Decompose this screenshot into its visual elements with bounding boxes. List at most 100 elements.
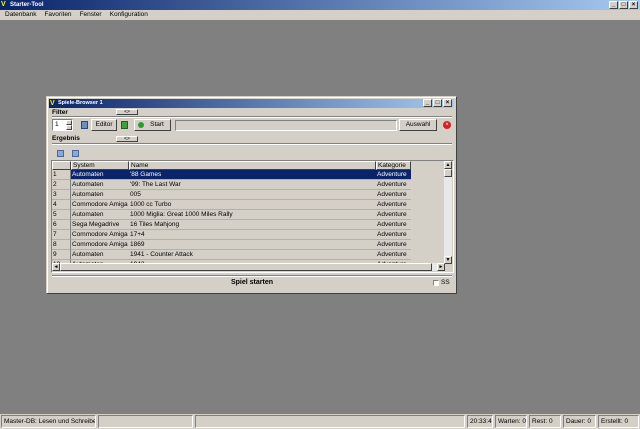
column-header-system[interactable]: System bbox=[71, 161, 129, 170]
menu-konfiguration[interactable]: Konfiguration bbox=[110, 10, 148, 20]
start-icon bbox=[138, 122, 144, 128]
row-number: 7 bbox=[52, 230, 71, 240]
auswahl-button[interactable]: Auswahl bbox=[399, 119, 437, 131]
bottom-divider bbox=[52, 275, 452, 277]
window-titlebar[interactable]: V Spiele-Browser 1 _ □ × bbox=[49, 99, 454, 108]
cell-kategorie: Adventure bbox=[376, 180, 411, 190]
filter-divider bbox=[52, 116, 452, 118]
table-row[interactable]: 3 Automaten 005 Adventure bbox=[52, 190, 411, 200]
status-panel-2 bbox=[98, 415, 193, 428]
cell-kategorie: Adventure bbox=[376, 190, 411, 200]
export-icon[interactable] bbox=[57, 150, 64, 157]
status-time: 20:33:46 bbox=[467, 415, 493, 428]
ss-label: SS bbox=[441, 279, 450, 286]
spinner-value: 1 bbox=[55, 121, 59, 128]
scroll-down-icon[interactable]: ▼ bbox=[444, 256, 452, 264]
cell-kategorie: Adventure bbox=[376, 240, 411, 250]
menu-datenbank[interactable]: Datenbank bbox=[5, 10, 36, 20]
cell-system: Automaten bbox=[71, 210, 129, 220]
app-close-button[interactable]: × bbox=[629, 1, 638, 9]
scroll-right-icon[interactable]: ► bbox=[437, 263, 445, 271]
ergebnis-divider bbox=[52, 143, 452, 145]
status-warten: Warten: 0 bbox=[495, 415, 527, 428]
ss-checkbox[interactable] bbox=[433, 280, 439, 286]
cell-system: Automaten bbox=[71, 170, 129, 180]
cell-kategorie: Adventure bbox=[376, 250, 411, 260]
cell-name: 17+4 bbox=[129, 230, 376, 240]
results-grid[interactable]: System Name Kategorie 1 Automaten '88 Game… bbox=[51, 160, 454, 273]
app-titlebar: V Starter-Tool _ □ × bbox=[0, 0, 640, 10]
status-panel-3 bbox=[195, 415, 465, 428]
start-button[interactable]: Start bbox=[134, 119, 171, 131]
column-header-kategorie[interactable]: Kategorie bbox=[376, 161, 411, 170]
window-minimize-button[interactable]: _ bbox=[423, 99, 432, 107]
cell-system: Commodore Amiga bbox=[71, 231, 129, 240]
table-row[interactable]: 1 Automaten '88 Games Adventure bbox=[52, 170, 411, 180]
cell-kategorie: Adventure bbox=[376, 220, 411, 230]
row-number: 8 bbox=[52, 240, 71, 250]
table-row[interactable]: 8 Commodore Amiga 1869 Adventure bbox=[52, 240, 411, 250]
cell-system: Sega Megadrive bbox=[71, 220, 129, 230]
row-number: 1 bbox=[52, 170, 71, 180]
window-logo-icon: V bbox=[50, 100, 55, 107]
cell-name: '88 Games bbox=[129, 170, 376, 180]
column-header-name[interactable]: Name bbox=[129, 161, 376, 170]
statusbar: Master-DB: Lesen und Schreiben 20:33:46 … bbox=[0, 414, 640, 429]
vertical-scroll-thumb[interactable] bbox=[444, 169, 452, 177]
menubar: Datenbank Favoriten Fenster Konfiguratio… bbox=[0, 10, 640, 20]
filter-input[interactable] bbox=[175, 120, 397, 131]
window-maximize-button[interactable]: □ bbox=[433, 99, 442, 107]
row-number: 3 bbox=[52, 190, 71, 200]
delete-icon[interactable]: × bbox=[443, 121, 451, 129]
window-title: Spiele-Browser 1 bbox=[58, 100, 103, 106]
row-number: 4 bbox=[52, 200, 71, 210]
cell-kategorie: Adventure bbox=[376, 230, 411, 240]
app-minimize-button[interactable]: _ bbox=[609, 1, 618, 9]
cell-name: 1000 cc Turbo bbox=[129, 200, 376, 210]
cell-name: 1000 Miglia: Great 1000 Miles Rally bbox=[129, 210, 376, 220]
status-db: Master-DB: Lesen und Schreiben bbox=[1, 415, 96, 428]
vertical-scrollbar[interactable]: ▲ ▼ bbox=[444, 161, 452, 264]
cell-kategorie: Adventure bbox=[376, 210, 411, 220]
cell-name: 16 Tiles Mahjong bbox=[129, 220, 376, 230]
window-close-button[interactable]: × bbox=[443, 99, 452, 107]
filter-spinner[interactable]: 1 bbox=[52, 119, 73, 131]
cell-kategorie: Adventure bbox=[376, 170, 411, 180]
menu-fenster[interactable]: Fenster bbox=[80, 10, 102, 20]
table-row[interactable]: 9 Automaten 1941 - Counter Attack Adventure bbox=[52, 250, 411, 260]
spiel-starten-button[interactable]: Spiel starten bbox=[207, 279, 297, 286]
app-title: Starter-Tool bbox=[10, 2, 44, 8]
ergebnis-label: Ergebnis bbox=[52, 135, 80, 142]
row-number: 2 bbox=[52, 180, 71, 190]
cell-name: '99: The Last War bbox=[129, 180, 376, 190]
app-maximize-button[interactable]: □ bbox=[619, 1, 628, 9]
start-label: Start bbox=[150, 121, 164, 128]
refresh-icon[interactable] bbox=[121, 121, 128, 129]
row-number: 6 bbox=[52, 220, 71, 230]
horizontal-scrollbar[interactable]: ◄ ► bbox=[52, 263, 445, 271]
menu-favoriten[interactable]: Favoriten bbox=[44, 10, 71, 20]
filter-toggle-button[interactable]: <> bbox=[116, 109, 138, 115]
spiele-browser-window: V Spiele-Browser 1 _ □ × Filter <> 1 Edi… bbox=[46, 96, 457, 294]
cell-kategorie: Adventure bbox=[376, 200, 411, 210]
ergebnis-toggle-button[interactable]: <> bbox=[116, 136, 138, 142]
table-row[interactable]: 7 Commodore Amiga 17+4 Adventure bbox=[52, 230, 411, 240]
table-row[interactable]: 4 Commodore Amiga 1000 cc Turbo Adventure bbox=[52, 200, 411, 210]
print-icon[interactable] bbox=[72, 150, 79, 157]
cell-system: Commodore Amiga bbox=[71, 241, 129, 250]
status-rest: Rest: 0 bbox=[529, 415, 561, 428]
horizontal-scroll-thumb[interactable] bbox=[60, 263, 432, 271]
editor-button[interactable]: Editor bbox=[91, 119, 117, 131]
cell-name: 1869 bbox=[129, 240, 376, 250]
table-row[interactable]: 2 Automaten '99: The Last War Adventure bbox=[52, 180, 411, 190]
filter-label: Filter bbox=[52, 109, 68, 116]
save-filter-icon[interactable] bbox=[81, 121, 88, 129]
cell-name: 005 bbox=[129, 190, 376, 200]
table-row[interactable]: 6 Sega Megadrive 16 Tiles Mahjong Adventure bbox=[52, 220, 411, 230]
scroll-left-icon[interactable]: ◄ bbox=[52, 263, 60, 271]
table-row[interactable]: 5 Automaten 1000 Miglia: Great 1000 Miles … bbox=[52, 210, 411, 220]
scroll-up-icon[interactable]: ▲ bbox=[444, 161, 452, 169]
cell-system: Automaten bbox=[71, 250, 129, 260]
spinner-down-icon[interactable] bbox=[66, 125, 72, 130]
cell-system: Automaten bbox=[71, 180, 129, 190]
